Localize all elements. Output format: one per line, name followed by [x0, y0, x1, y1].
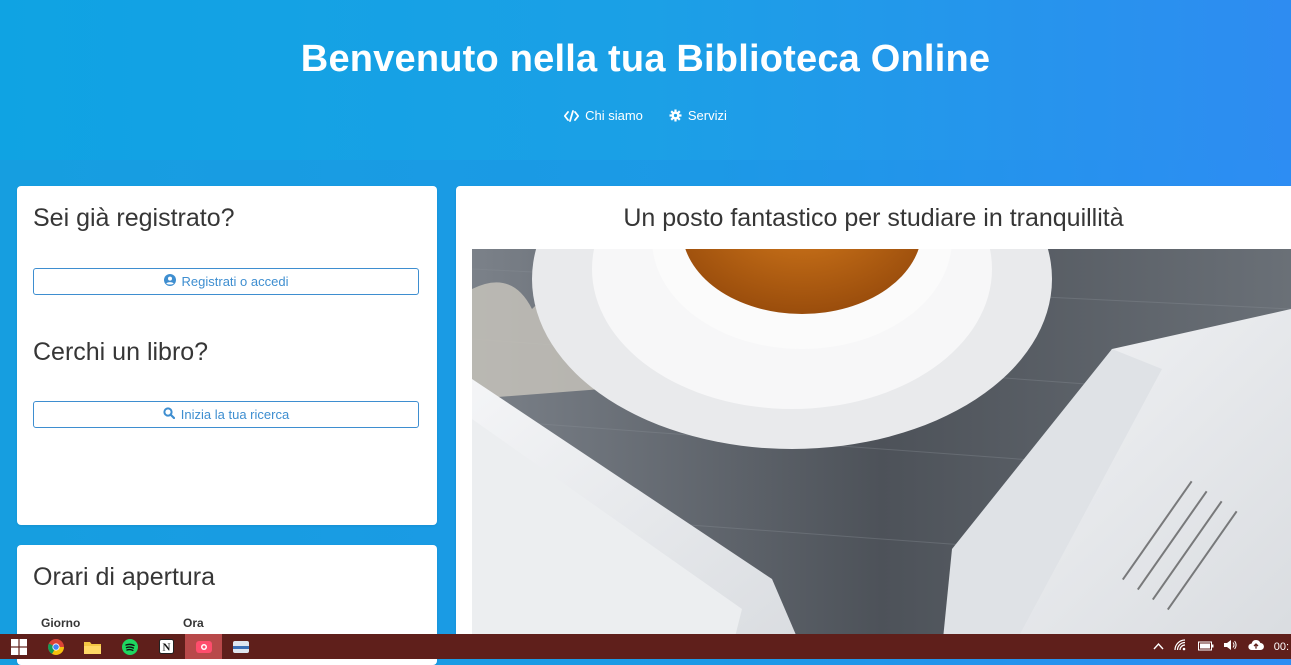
battery-icon[interactable] [1197, 640, 1214, 654]
feature-card: Un posto fantastico per studiare in tran… [456, 186, 1291, 656]
register-login-button[interactable]: Registrati o accedi [33, 268, 419, 295]
system-tray: 00: [1153, 634, 1291, 659]
nav-item-label: Servizi [687, 108, 727, 123]
search-heading: Cerchi un libro? [33, 338, 209, 366]
column-header-time: Ora [183, 616, 204, 630]
registered-heading: Sei già registrato? [33, 204, 235, 232]
nav-item-servizi[interactable]: Servizi [669, 108, 727, 123]
register-button-label: Registrati o accedi [181, 274, 289, 289]
feature-photo [472, 249, 1291, 649]
wifi-icon[interactable] [1174, 639, 1188, 654]
nav-item-label: Chi siamo [585, 108, 643, 123]
file-explorer-icon[interactable] [74, 634, 111, 659]
windows-taskbar: N 00: [0, 634, 1291, 659]
hero-nav: Chi siamo Servizi [0, 108, 1291, 123]
column-header-day: Giorno [41, 616, 81, 630]
notion-icon[interactable]: N [148, 634, 185, 659]
cloud-upload-icon[interactable] [1248, 639, 1264, 654]
svg-text:N: N [163, 642, 171, 654]
tea-and-books-illustration [472, 249, 1291, 649]
gear-icon [669, 109, 682, 122]
login-search-card: Sei già registrato? Registrati o accedi … [17, 186, 437, 525]
app-icon[interactable] [222, 634, 259, 659]
search-icon [163, 407, 175, 422]
screen-recorder-icon[interactable] [185, 634, 222, 659]
opening-hours-heading: Orari di apertura [33, 563, 216, 591]
table-header-row: Giorno Ora [41, 616, 325, 630]
spotify-icon[interactable] [111, 634, 148, 659]
chevron-up-icon[interactable] [1153, 641, 1164, 653]
opening-hours-table: Giorno Ora [41, 616, 325, 630]
page-title: Benvenuto nella tua Biblioteca Online [300, 38, 991, 80]
code-icon [564, 109, 580, 122]
windows-start-icon[interactable] [0, 634, 37, 659]
chrome-icon[interactable] [37, 634, 74, 659]
volume-icon[interactable] [1223, 639, 1238, 654]
search-button-label: Inizia la tua ricerca [180, 407, 290, 422]
nav-item-chi-siamo[interactable]: Chi siamo [564, 108, 643, 123]
user-circle-icon [163, 274, 176, 289]
start-search-button[interactable]: Inizia la tua ricerca [33, 401, 419, 428]
feature-heading: Un posto fantastico per studiare in tran… [623, 204, 1124, 232]
hero-banner: Benvenuto nella tua Biblioteca Online Ch… [0, 0, 1291, 160]
clock[interactable]: 00: [1274, 641, 1289, 653]
